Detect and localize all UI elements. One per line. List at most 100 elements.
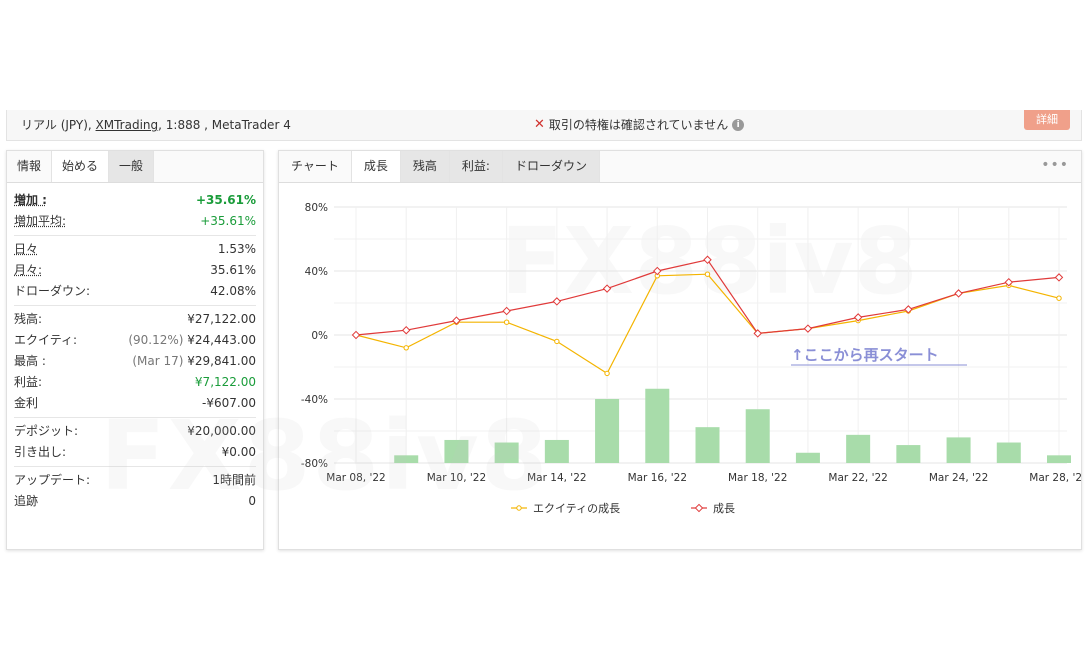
y-tick-label: 40% [305,266,328,278]
stat-deposits-label: デポジット: [14,424,79,438]
tab-start[interactable]: 始める [52,151,110,182]
x-tick-label: Mar 24, '22 [929,472,988,484]
equity-point [554,338,560,345]
stat-avg-gain: 増加平均: +35.61% [14,210,256,231]
bar [745,409,770,463]
stats-panel: 情報 始める 一般 増加 : +35.61% 増加平均: +35.61% 日々 … [6,150,264,550]
growth-point [401,325,411,335]
legend-label: 成長 [713,502,735,515]
stat-tracking: 追跡 0 [14,490,256,511]
x-tick-label: Mar 28, '22 [1029,472,1081,484]
stat-withdrawals-label: 引き出し: [14,445,67,459]
stat-interest-label: 金利 [14,396,39,410]
equity-point [1056,295,1062,301]
verification-warning: ✕ 取引の特権は確認されていません i [534,116,745,133]
stat-gain: 増加 : +35.61% [14,189,256,210]
growth-point [803,324,813,333]
x-tick-label: Mar 08, '22 [326,472,385,484]
tab-chart[interactable]: チャート [279,151,352,182]
stat-tracking-label: 追跡 [14,494,39,508]
broker-link[interactable]: XMTrading [96,118,159,132]
bar [494,442,519,463]
details-button[interactable]: 詳細 [1024,110,1070,130]
x-tick-label: Mar 14, '22 [527,472,586,484]
tab-growth[interactable]: 成長 [351,151,401,182]
account-bar: リアル (JPY), XMTrading, 1:888 , MetaTrader… [6,110,1082,141]
equity-point [503,319,510,325]
stat-interest-value: -¥607.00 [202,395,256,410]
bar [544,439,569,463]
stat-profit-value: ¥7,122.00 [194,374,256,389]
bar [1047,455,1071,463]
tab-drawdown[interactable]: ドローダウン [502,151,600,182]
stat-tracking-value: 0 [248,493,256,508]
bar [595,399,620,463]
legend-marker [516,505,522,511]
stat-gain-label[interactable]: 増加 : [14,191,47,208]
restart-annotation: ↑ここから再スタート [791,346,939,364]
x-tick-label: Mar 16, '22 [628,472,687,484]
stat-drawdown: ドローダウン: 42.08% [14,280,256,301]
y-tick-label: -80% [301,458,328,470]
stat-monthly-label[interactable]: 月々: [14,261,42,278]
stat-equity: エクイティ: (90.12%) ¥24,443.00 [14,329,256,350]
stat-avg-gain-label[interactable]: 増加平均: [14,212,66,229]
tab-profit[interactable]: 利益: [449,151,503,182]
x-tick-label: Mar 10, '22 [427,472,486,484]
chart-tabs: チャート 成長 残高 利益: ドローダウン [279,151,1081,183]
bar [846,434,871,463]
tab-general[interactable]: 一般 [109,151,155,182]
stat-withdrawals-value: ¥0.00 [221,444,256,459]
stat-updated-value: 1時間前 [212,473,256,487]
account-type: リアル (JPY), [21,118,96,132]
stat-updated-label: アップデート: [14,473,91,487]
stat-profit-label: 利益: [14,375,43,389]
stat-gain-value: +35.61% [195,192,256,207]
stat-highest-value: ¥29,841.00 [187,353,256,368]
bar [444,439,469,463]
stat-daily-label[interactable]: 日々 [14,240,38,257]
stat-equity-value: ¥24,443.00 [187,332,256,347]
stat-highest-label: 最高 : [14,354,46,368]
legend-label: エクイティの成長 [533,502,620,515]
y-tick-label: 0% [311,330,328,342]
stat-highest: 最高 : (Mar 17) ¥29,841.00 [14,350,256,371]
tab-balance[interactable]: 残高 [400,151,450,182]
stat-withdrawals: 引き出し: ¥0.00 [14,441,256,462]
y-tick-label: 80% [305,202,328,214]
bar [896,445,921,463]
bar [795,452,820,463]
stat-profit: 利益: ¥7,122.00 [14,371,256,392]
growth-point [351,330,361,340]
stat-interest: 金利 -¥607.00 [14,392,256,413]
stat-balance-label: 残高: [14,312,43,326]
bar [996,442,1021,463]
stat-monthly: 月々: 35.61% [14,259,256,280]
account-details: , 1:888 , MetaTrader 4 [158,118,291,132]
growth-point [954,289,963,298]
error-x-icon: ✕ [534,117,545,132]
bar [394,455,419,463]
equity-point [704,271,711,277]
stat-drawdown-value: 42.08% [210,283,256,298]
x-tick-label: Mar 22, '22 [828,472,887,484]
bar [645,388,670,463]
y-tick-label: -40% [301,394,328,406]
growth-chart: FX88iv880%40%0%-40%-80%Mar 08, '22 Mar 10… [301,202,1081,515]
stat-equity-label: エクイティ: [14,333,78,347]
stat-drawdown-label: ドローダウン: [14,284,91,298]
stat-balance: 残高: ¥27,122.00 [14,308,256,329]
bar [946,437,971,463]
stat-avg-gain-value: +35.61% [200,213,256,228]
info-icon[interactable]: i [732,118,745,131]
legend-marker [694,503,704,513]
stat-monthly-value: 35.61% [210,262,256,277]
more-dots-icon[interactable]: ••• [1041,157,1069,173]
tab-info[interactable]: 情報 [7,151,53,182]
equity-point [604,370,610,377]
stat-highest-note: (Mar 17) [132,353,184,368]
stat-daily: 日々 1.53% [14,238,256,259]
stat-balance-value: ¥27,122.00 [187,311,256,326]
stat-equity-note: (90.12%) [128,332,184,347]
stats-tabs: 情報 始める 一般 [7,151,263,183]
